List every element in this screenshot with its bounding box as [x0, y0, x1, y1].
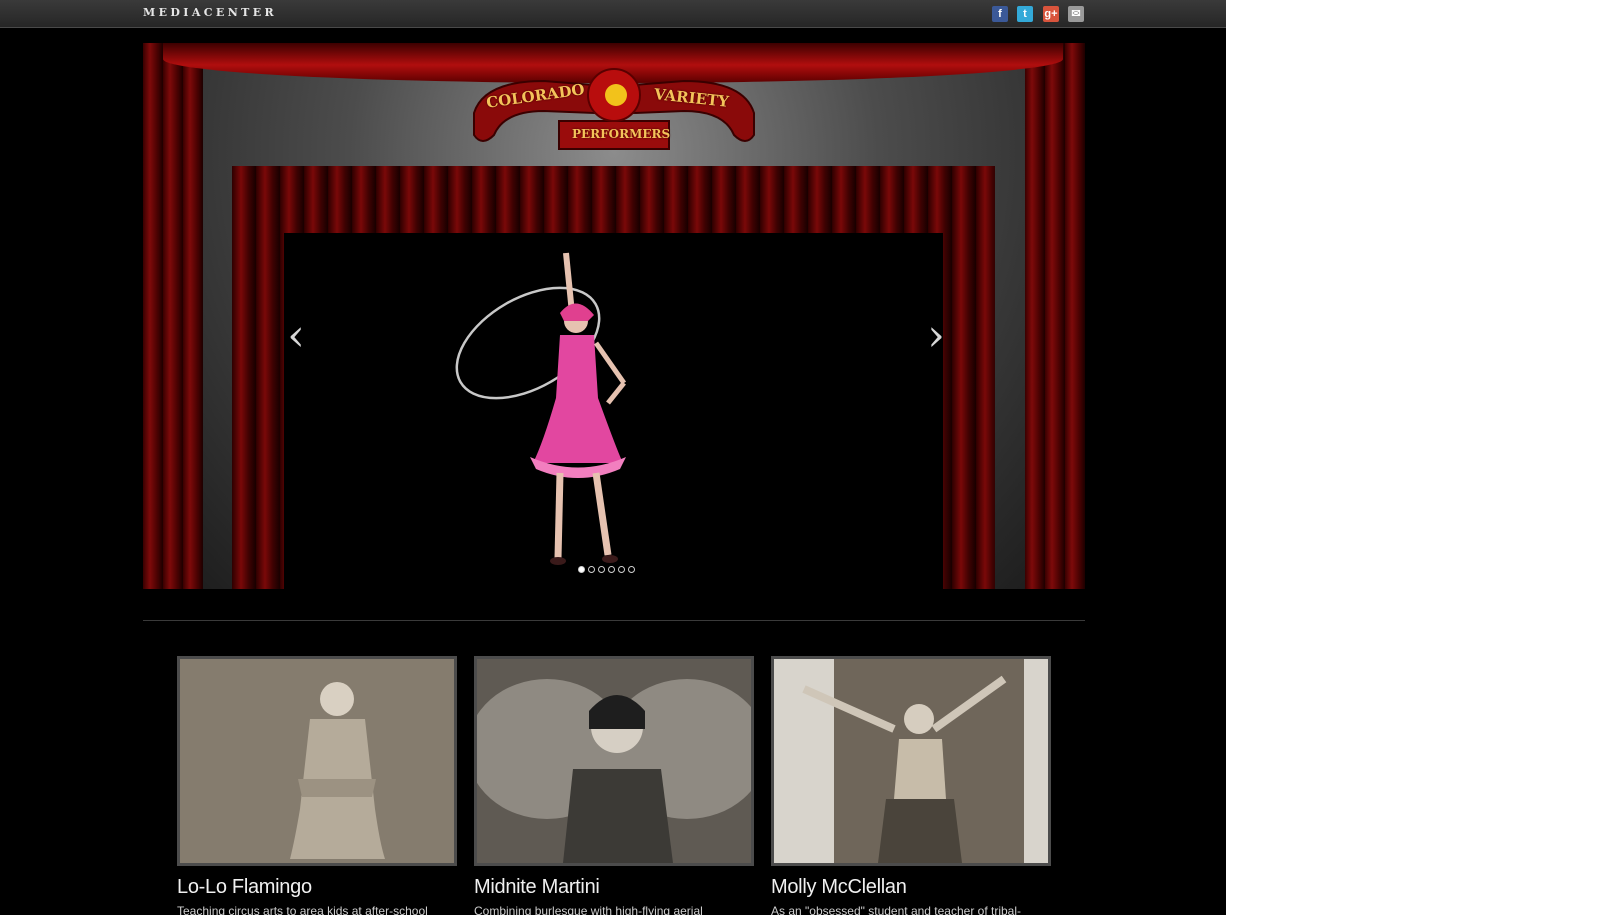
slider-dot[interactable] — [618, 566, 625, 573]
stage-drape-left — [143, 43, 203, 589]
performer-description: Combining burlesque with high-flying aer… — [474, 904, 703, 915]
performer-photo[interactable] — [177, 656, 457, 866]
top-bar: MEDIACENTER f t g+ ✉ — [0, 0, 1226, 28]
slider-next-arrow-icon[interactable]: › — [913, 313, 959, 359]
section-divider — [143, 620, 1085, 621]
slider-pagination — [578, 566, 635, 576]
brand-link[interactable]: MEDIACENTER — [143, 6, 277, 19]
twitter-icon[interactable]: t — [1017, 6, 1033, 22]
performer-card[interactable]: Molly McClellan As an "obsessed" student… — [771, 656, 1051, 915]
performer-photo[interactable] — [771, 656, 1051, 866]
google-plus-icon[interactable]: g+ — [1043, 6, 1059, 22]
facebook-icon[interactable]: f — [992, 6, 1008, 22]
performer-card[interactable]: Lo-Lo Flamingo Teaching circus arts to a… — [177, 656, 457, 915]
performer-description: Teaching circus arts to area kids at aft… — [177, 904, 428, 915]
slider-dot[interactable] — [598, 566, 605, 573]
performer-card[interactable]: Midnite Martini Combining burlesque with… — [474, 656, 754, 915]
performer-photo-graphic — [477, 659, 751, 863]
slider-prev-arrow-icon[interactable]: ‹ — [273, 313, 319, 359]
performer-name[interactable]: Lo-Lo Flamingo — [177, 876, 457, 899]
page: MEDIACENTER f t g+ ✉ COLORADO VARIETY PE… — [0, 0, 1226, 915]
hero-slider: COLORADO VARIETY PERFORMERS ‹ › — [143, 43, 1085, 589]
slider-dot[interactable] — [628, 566, 635, 573]
performer-photo-graphic — [180, 659, 454, 863]
slider-dot[interactable] — [608, 566, 615, 573]
slide-image-performer — [455, 252, 627, 565]
performer-photo[interactable] — [474, 656, 754, 866]
site-logo[interactable]: COLORADO VARIETY PERFORMERS — [464, 55, 764, 159]
performer-description: As an "obsessed" student and teacher of … — [771, 904, 1022, 915]
slider-dot[interactable] — [578, 566, 585, 573]
stage-drape-right — [1025, 43, 1085, 589]
performer-photo-graphic — [774, 659, 1048, 863]
logo-text-performers: PERFORMERS — [572, 127, 671, 141]
slider-dot[interactable] — [588, 566, 595, 573]
email-icon[interactable]: ✉ — [1068, 6, 1084, 22]
performer-name[interactable]: Molly McClellan — [771, 876, 1051, 899]
performer-name[interactable]: Midnite Martini — [474, 876, 754, 899]
